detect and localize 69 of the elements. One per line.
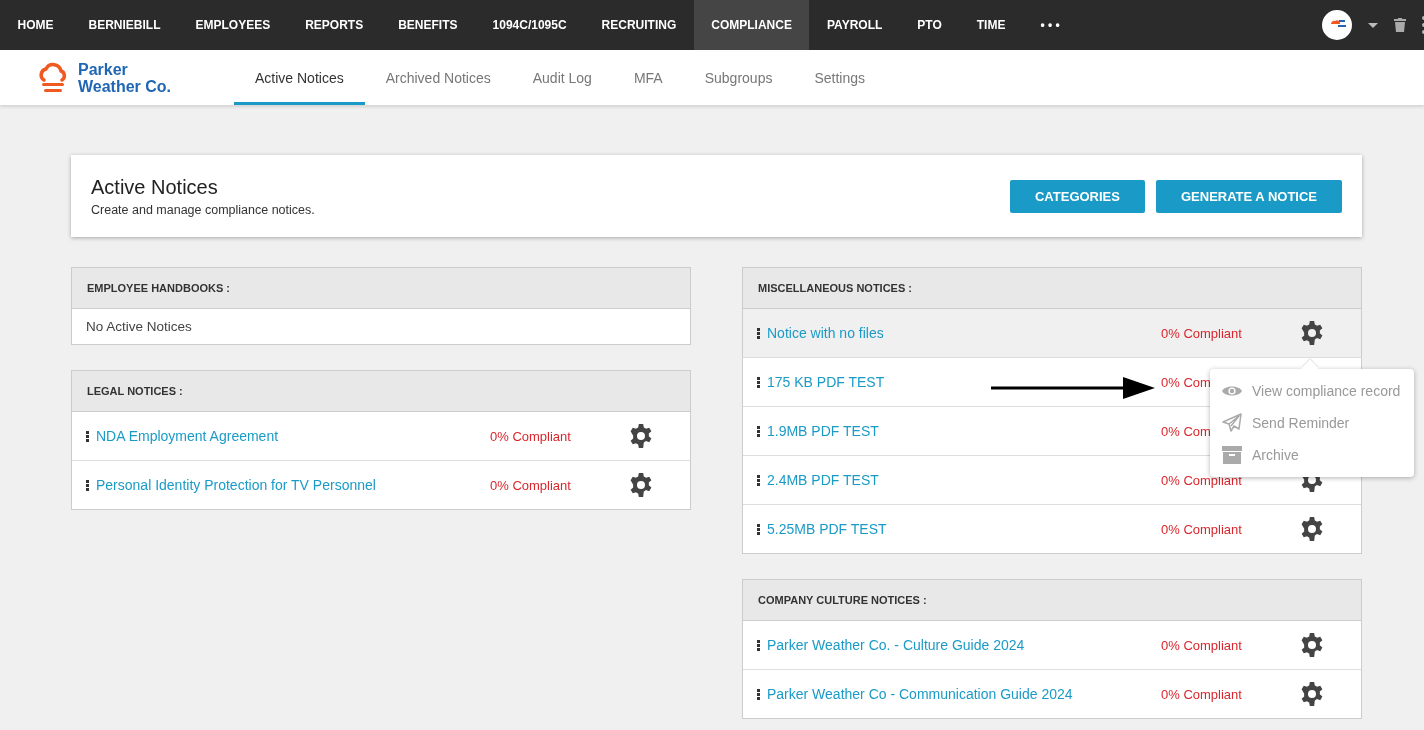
caret-icon[interactable] xyxy=(1368,22,1378,28)
notice-link[interactable]: 5.25MB PDF TEST xyxy=(767,521,1161,537)
settings-icon[interactable] xyxy=(1299,681,1325,707)
drag-handle-icon[interactable] xyxy=(757,474,760,486)
tab[interactable]: Settings xyxy=(793,53,886,105)
nav-item[interactable]: REPORTS xyxy=(287,0,381,50)
section-title: COMPANY CULTURE NOTICES : xyxy=(758,594,927,606)
nav-item[interactable]: TIME xyxy=(959,0,1023,50)
nav-item[interactable]: PAYROLL xyxy=(809,0,900,50)
compliance-status: 0% Compliant xyxy=(1161,637,1243,653)
tab[interactable]: Subgroups xyxy=(683,53,794,105)
nav-item[interactable]: BERNIEBILL xyxy=(71,0,178,50)
nav-item[interactable]: HOME xyxy=(0,0,71,50)
nav-item[interactable]: COMPLIANCE xyxy=(693,0,810,50)
action-button[interactable]: GENERATE A NOTICE xyxy=(1155,179,1342,213)
arrow-icon xyxy=(991,377,1155,399)
notice-link[interactable]: 175 KB PDF TEST xyxy=(767,374,1161,390)
drag-handle-icon[interactable] xyxy=(757,327,760,339)
settings-icon[interactable] xyxy=(1299,320,1325,346)
empty-message: No Active Notices xyxy=(86,319,192,334)
compliance-status: 0% Compliant xyxy=(490,428,572,444)
paper-plane-icon xyxy=(1222,413,1242,433)
tab[interactable]: MFA xyxy=(612,53,684,105)
compliance-status: 0% Compliant xyxy=(1161,686,1243,702)
compliance-status: 0% Com xyxy=(1161,423,1212,439)
tab[interactable]: Active Notices xyxy=(234,53,365,105)
drag-handle-icon[interactable] xyxy=(757,425,760,437)
section-title: LEGAL NOTICES : xyxy=(87,385,183,397)
page-subtitle: Create and manage compliance notices. xyxy=(91,202,315,217)
drag-handle-icon[interactable] xyxy=(757,523,760,535)
notice-link[interactable]: NDA Employment Agreement xyxy=(96,428,490,444)
drag-handle-icon[interactable] xyxy=(757,639,760,651)
section-title: MISCELLANEOUS NOTICES : xyxy=(758,282,912,294)
drag-handle-icon[interactable] xyxy=(757,688,760,700)
settings-icon[interactable] xyxy=(628,423,654,449)
compliance-status: 0% Compliant xyxy=(1161,521,1243,537)
notice-link[interactable]: Parker Weather Co - Communication Guide 2024 xyxy=(767,686,1161,702)
notice-link[interactable]: Parker Weather Co. - Culture Guide 2024 xyxy=(767,637,1161,653)
nav-item[interactable]: RECRUITING xyxy=(584,0,694,50)
compliance-status: 0% Compliant xyxy=(1161,325,1243,341)
settings-icon[interactable] xyxy=(1299,516,1325,542)
nav-item[interactable]: PTO xyxy=(899,0,960,50)
eye-icon xyxy=(1222,384,1242,398)
tab[interactable]: Archived Notices xyxy=(364,53,512,105)
avatar-logo-icon[interactable] xyxy=(1322,10,1352,40)
notice-link[interactable]: Notice with no files xyxy=(767,325,1161,341)
compliance-status: 0% Compliant xyxy=(1161,472,1243,488)
trash-icon[interactable] xyxy=(1394,18,1406,32)
drag-handle-icon[interactable] xyxy=(86,479,89,491)
nav-item[interactable]: EMPLOYEES xyxy=(178,0,288,50)
archive-box-icon xyxy=(1222,446,1242,464)
action-button[interactable]: CATEGORIES xyxy=(1009,179,1145,213)
brand-name: Weather Co. xyxy=(78,77,172,95)
notice-link[interactable]: 2.4MB PDF TEST xyxy=(767,472,1161,488)
page-title: Active Notices xyxy=(91,175,219,199)
tab[interactable]: Audit Log xyxy=(511,53,613,105)
drag-handle-icon[interactable] xyxy=(757,376,760,388)
nav-item[interactable]: 1094C/1095C xyxy=(475,0,585,50)
settings-icon[interactable] xyxy=(628,472,654,498)
nav-item[interactable]: • • • xyxy=(1022,0,1078,50)
section-title: EMPLOYEE HANDBOOKS : xyxy=(87,282,230,294)
drag-handle-icon[interactable] xyxy=(86,430,89,442)
brand-name: Parker xyxy=(78,60,129,78)
nav-item[interactable]: BENEFITS xyxy=(380,0,476,50)
compliance-status: 0% Compliant xyxy=(490,477,572,493)
settings-icon[interactable] xyxy=(1299,632,1325,658)
notice-link[interactable]: Personal Identity Protection for TV Personnel xyxy=(96,477,490,493)
compliance-status: 0% Com xyxy=(1161,374,1212,390)
notice-link[interactable]: 1.9MB PDF TEST xyxy=(767,423,1161,439)
